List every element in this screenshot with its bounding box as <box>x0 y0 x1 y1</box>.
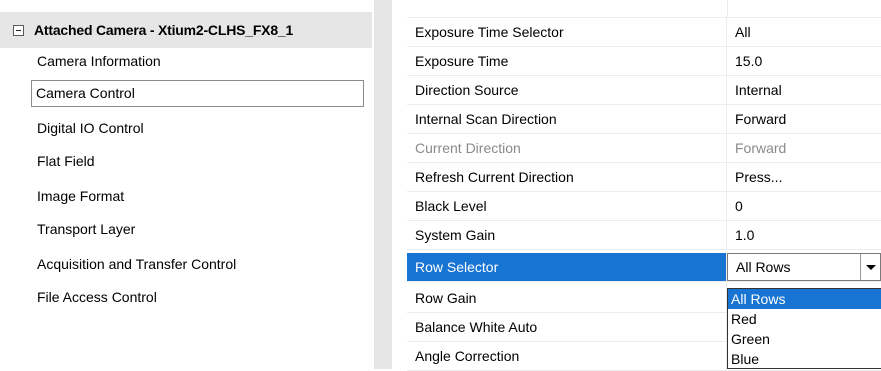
dropdown-option-blue[interactable]: Blue <box>728 349 881 369</box>
row-selector-dropdown-list: All Rows Red Green Blue <box>727 288 881 369</box>
property-name: Balance White Auto <box>407 313 727 341</box>
property-name: Internal Scan Direction <box>407 105 727 133</box>
property-value[interactable]: All <box>727 18 881 46</box>
refresh-press-button[interactable]: Press... <box>727 163 881 191</box>
row-selector-combobox[interactable]: All Rows <box>727 253 881 281</box>
tree-root-label: Attached Camera - Xtium2-CLHS_FX8_1 <box>34 22 294 38</box>
tree-item-image-format[interactable]: Image Format <box>33 184 124 208</box>
grid-row-exposure-time[interactable]: Exposure Time 15.0 <box>407 47 881 76</box>
grid-row-exposure-time-selector[interactable]: Exposure Time Selector All <box>407 18 881 47</box>
dropdown-button[interactable] <box>860 254 880 280</box>
property-name: Current Direction <box>407 134 727 162</box>
property-value[interactable]: 1.0 <box>727 221 881 249</box>
property-name: Direction Source <box>407 76 727 104</box>
tree-item-digital-io-control[interactable]: Digital IO Control <box>33 116 144 140</box>
camera-tree-panel: Attached Camera - Xtium2-CLHS_FX8_1 Came… <box>0 0 375 369</box>
property-name: Exposure Time <box>407 47 727 75</box>
property-name: Refresh Current Direction <box>407 163 727 191</box>
grid-row-refresh-current-direction[interactable]: Refresh Current Direction Press... <box>407 163 881 192</box>
grid-row-row-selector[interactable]: Row Selector All Rows <box>407 253 881 282</box>
tree-item-transport-layer[interactable]: Transport Layer <box>33 217 135 241</box>
grid-row-partial <box>407 0 881 18</box>
tree-item-camera-information[interactable]: Camera Information <box>33 49 161 73</box>
collapse-icon[interactable] <box>13 24 24 36</box>
tree-root-node[interactable]: Attached Camera - Xtium2-CLHS_FX8_1 <box>0 12 372 48</box>
property-name: System Gain <box>407 221 727 249</box>
dropdown-option-all-rows[interactable]: All Rows <box>728 289 881 309</box>
property-value[interactable]: Internal <box>727 76 881 104</box>
combobox-value: All Rows <box>736 259 791 275</box>
grid-row-current-direction: Current Direction Forward <box>407 134 881 163</box>
property-name: Black Level <box>407 192 727 220</box>
dropdown-option-green[interactable]: Green <box>728 329 881 349</box>
chevron-down-icon <box>866 265 876 270</box>
property-value[interactable]: 0 <box>727 192 881 220</box>
property-name: Exposure Time Selector <box>407 18 727 46</box>
tree-item-flat-field[interactable]: Flat Field <box>33 149 95 173</box>
property-value[interactable]: 15.0 <box>727 47 881 75</box>
grid-row-direction-source[interactable]: Direction Source Internal <box>407 76 881 105</box>
panel-splitter[interactable] <box>374 0 392 369</box>
property-name: Row Selector <box>407 253 727 281</box>
property-value: Forward <box>735 140 787 156</box>
dropdown-option-red[interactable]: Red <box>728 309 881 329</box>
grid-row-internal-scan-direction[interactable]: Internal Scan Direction Forward <box>407 105 881 134</box>
property-name: Row Gain <box>407 284 727 312</box>
tree-item-acquisition-transfer-control[interactable]: Acquisition and Transfer Control <box>33 252 236 276</box>
property-value[interactable]: Forward <box>727 105 881 133</box>
tree-item-file-access-control[interactable]: File Access Control <box>33 285 157 309</box>
property-name: Angle Correction <box>407 342 727 370</box>
grid-row-system-gain[interactable]: System Gain 1.0 <box>407 221 881 250</box>
grid-row-black-level[interactable]: Black Level 0 <box>407 192 881 221</box>
tree-item-camera-control[interactable]: Camera Control <box>31 80 364 107</box>
